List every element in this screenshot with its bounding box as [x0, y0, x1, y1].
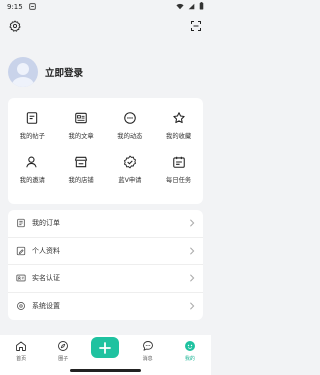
settings-gear-icon[interactable]: [8, 19, 22, 33]
avatar[interactable]: [8, 57, 38, 87]
list-label: 实名认证: [32, 274, 60, 283]
tab-label: 圈子: [58, 356, 69, 362]
grid-item-posts[interactable]: 我的帖子: [8, 106, 57, 150]
list-label: 系统设置: [32, 302, 60, 311]
scan-icon[interactable]: [189, 19, 203, 33]
tab-label: 我的: [184, 356, 195, 362]
menu-list-card: 我的订单 个人资料 实名认证 系统设置: [8, 210, 203, 320]
list-label: 我的订单: [32, 219, 60, 228]
me-icon: [184, 341, 195, 351]
grid-label: 我的帖子: [19, 133, 45, 140]
chevron-right-icon: [190, 219, 195, 227]
grid-item-moments[interactable]: 我的动态: [106, 106, 155, 150]
invite-icon: [26, 156, 37, 168]
list-item-real-name-auth[interactable]: 实名认证: [8, 265, 203, 293]
grid-label: 我的店铺: [68, 177, 94, 184]
grid-item-daily-tasks[interactable]: 每日任务: [154, 150, 203, 194]
battery-icon: [199, 2, 204, 12]
tab-messages[interactable]: 消息: [128, 340, 168, 362]
list-item-system-settings[interactable]: 系统设置: [8, 293, 203, 321]
tab-label: 首页: [16, 356, 27, 362]
message-icon: [142, 341, 153, 351]
publish-button[interactable]: [91, 337, 119, 358]
status-bar: 9:15: [0, 0, 211, 14]
profile-edit-icon: [16, 246, 26, 255]
star-icon: [172, 112, 185, 124]
list-item-orders[interactable]: 我的订单: [8, 210, 203, 238]
chevron-right-icon: [190, 274, 195, 282]
home-icon: [16, 341, 27, 351]
profile-header[interactable]: 立即登录: [8, 57, 83, 87]
post-icon: [27, 112, 38, 124]
tab-me[interactable]: 我的: [170, 340, 210, 362]
id-card-icon: [16, 274, 26, 282]
grid-item-shop[interactable]: 我的店铺: [57, 150, 106, 194]
plus-icon: [99, 341, 111, 354]
list-item-profile[interactable]: 个人资料: [8, 238, 203, 265]
grid-item-favorites[interactable]: 我的收藏: [154, 106, 203, 150]
status-time: 9:15: [7, 3, 23, 11]
chevron-right-icon: [190, 247, 195, 255]
calendar-icon: [172, 156, 185, 168]
verified-icon: [123, 155, 136, 169]
signal-icon: [188, 3, 195, 12]
grid-label: 每日任务: [166, 177, 192, 184]
grid-label: 蓝V申请: [118, 177, 142, 184]
login-link[interactable]: 立即登录: [45, 65, 83, 79]
grid-item-articles[interactable]: 我的文章: [57, 106, 106, 150]
notification-icon: [29, 2, 36, 12]
list-label: 个人资料: [32, 246, 60, 255]
grid-item-verification[interactable]: 蓝V申请: [106, 150, 155, 194]
grid-label: 我的文章: [68, 133, 94, 140]
tab-circles[interactable]: 圈子: [43, 340, 83, 362]
shortcut-grid-card: 我的帖子 我的文章 我的动态 我的收藏 我的邀请 我的店铺 蓝V申请 每日任务: [8, 98, 203, 204]
grid-label: 我的收藏: [166, 133, 192, 140]
compass-icon: [58, 341, 69, 351]
tab-label: 消息: [142, 356, 153, 362]
chevron-right-icon: [190, 302, 195, 310]
article-icon: [75, 112, 87, 124]
shop-icon: [75, 156, 88, 168]
grid-label: 我的动态: [117, 133, 143, 140]
tab-home[interactable]: 首页: [1, 340, 41, 362]
wifi-icon: [176, 3, 184, 12]
grid-label: 我的邀请: [19, 177, 45, 184]
gesture-nav-bar: [70, 369, 141, 372]
top-toolbar: [0, 19, 211, 35]
moments-icon: [124, 112, 136, 124]
grid-item-invites[interactable]: 我的邀请: [8, 150, 57, 194]
settings-icon: [17, 302, 25, 311]
order-icon: [17, 219, 25, 228]
